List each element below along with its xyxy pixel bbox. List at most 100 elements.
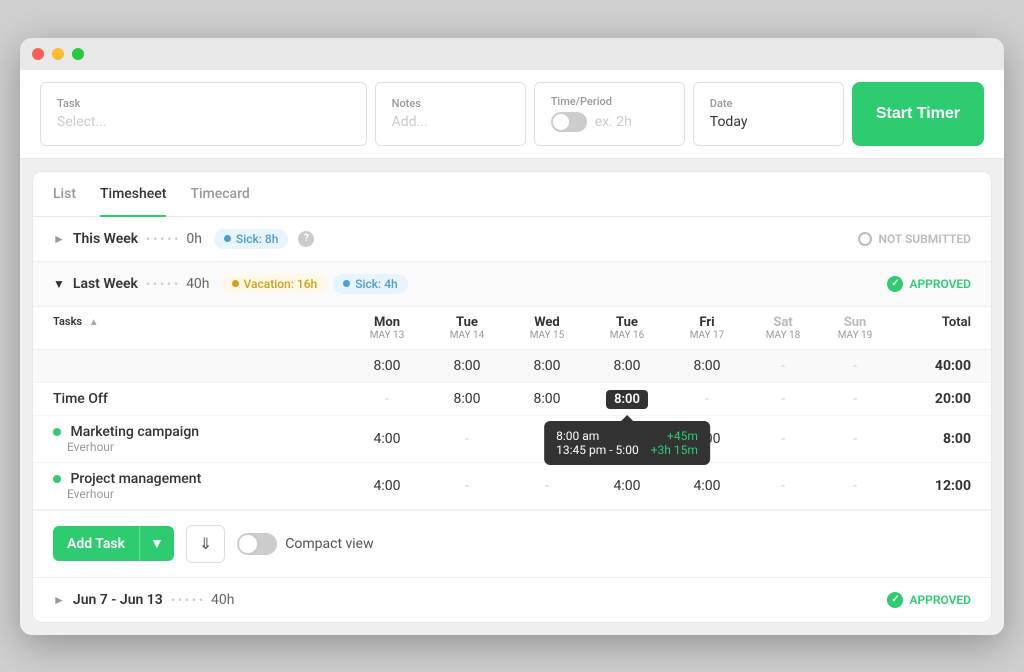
this-week-label: This Week (73, 231, 138, 247)
notes-label: Notes (392, 97, 509, 110)
sick-dot2 (343, 280, 350, 287)
marketing-label: Marketing campaign Everhour (53, 424, 347, 454)
col-fri: Fri MAY 17 (667, 315, 747, 341)
project-wed[interactable]: - (507, 478, 587, 494)
col-wed: Wed MAY 15 (507, 315, 587, 341)
compact-label: Compact view (285, 536, 373, 552)
col-total: Total (891, 315, 971, 341)
last-week-chevron[interactable]: ▼ (53, 277, 65, 291)
notes-field[interactable]: Notes Add... (375, 82, 526, 146)
approved-check-icon: ✓ (887, 276, 903, 292)
last-week-vacation-badge: Vacation: 16h (222, 274, 328, 294)
date-field[interactable]: Date Today (693, 82, 844, 146)
last-week-hours: 40h (186, 276, 209, 292)
col-mon: Mon MAY 13 (347, 315, 427, 341)
project-tue[interactable]: - (427, 478, 507, 494)
project-total: 12:00 (891, 478, 971, 494)
compact-toggle-input[interactable] (237, 533, 277, 555)
maximize-button[interactable] (72, 48, 84, 60)
timeoff-mon: - (347, 391, 427, 407)
jun-label: Jun 7 - Jun 13 (73, 592, 163, 608)
this-week-dots: • • • • • (146, 232, 178, 246)
timeoff-sat: - (747, 391, 819, 407)
marketing-tue[interactable]: - (427, 431, 507, 447)
hours-sat: - (747, 358, 819, 374)
last-week-row: ▼ Last Week • • • • • 40h Vacation: 16h … (33, 262, 991, 307)
marketing-sat[interactable]: - (747, 431, 819, 447)
timeoff-tue[interactable]: 8:00 (427, 391, 507, 407)
timeoff-sun: - (819, 391, 891, 407)
main-window: Task Select... Notes Add... Time/Period … (20, 38, 1004, 635)
timeoff-fri: - (667, 391, 747, 407)
marketing-sun[interactable]: - (819, 431, 891, 447)
hours-mon: 8:00 (347, 358, 427, 374)
hours-sun: - (819, 358, 891, 374)
period-label: Time/Period (551, 95, 668, 108)
col-tasks: Tasks ▲ (53, 315, 347, 341)
period-toggle[interactable] (551, 112, 587, 132)
marketing-total: 8:00 (891, 431, 971, 447)
project-sat[interactable]: - (747, 478, 819, 494)
project-sun[interactable]: - (819, 478, 891, 494)
col-sun: Sun MAY 19 (819, 315, 891, 341)
date-value: Today (710, 114, 827, 130)
jun-chevron[interactable]: ► (53, 593, 65, 607)
hours-tue2: 8:00 (587, 358, 667, 374)
close-button[interactable] (32, 48, 44, 60)
marketing-mon[interactable]: 4:00 (347, 431, 427, 447)
hours-total: 40:00 (891, 358, 971, 374)
task-field[interactable]: Task Select... (40, 82, 367, 146)
project-tue2[interactable]: 4:00 (587, 478, 667, 494)
marketing-row: Marketing campaign Everhour 4:00 - - - 4… (33, 416, 991, 463)
project-mon[interactable]: 4:00 (347, 478, 427, 494)
not-submitted-icon (858, 232, 872, 246)
header-bar: Task Select... Notes Add... Time/Period … (20, 70, 1004, 159)
marketing-sub: Everhour (53, 440, 347, 454)
add-task-arrow-icon[interactable]: ▼ (139, 526, 174, 561)
time-off-row: Time Off - 8:00 8:00 8:00 8:00 am +45m 1… (33, 383, 991, 416)
period-placeholder: ex. 2h (595, 114, 632, 130)
hours-wed: 8:00 (507, 358, 587, 374)
compact-view-toggle[interactable]: Compact view (237, 533, 373, 555)
timeoff-wed[interactable]: 8:00 (507, 391, 587, 407)
project-label: Project management Everhour (53, 471, 347, 501)
period-field[interactable]: Time/Period ex. 2h (534, 82, 685, 146)
this-week-chevron[interactable]: ► (53, 232, 65, 246)
this-week-status: NOT SUBMITTED (858, 232, 971, 246)
last-week-dots: • • • • • (146, 277, 178, 291)
project-fri[interactable]: 4:00 (667, 478, 747, 494)
last-week-label: Last Week (73, 276, 138, 292)
jun-hours: 40h (211, 592, 234, 608)
add-task-button[interactable]: Add Task ▼ (53, 526, 174, 561)
tabs-bar: List Timesheet Timecard (33, 172, 991, 217)
last-week-sick-badge: Sick: 4h (333, 274, 407, 294)
main-content: List Timesheet Timecard ► This Week • • … (32, 171, 992, 623)
this-week-hours: 0h (186, 231, 202, 247)
download-button[interactable]: ⇓ (186, 525, 225, 563)
task-label: Task (57, 97, 350, 110)
start-timer-button[interactable]: Start Timer (852, 82, 984, 146)
project-sub: Everhour (53, 487, 347, 501)
task-placeholder: Select... (57, 114, 350, 130)
last-week-status: ✓ APPROVED (887, 276, 971, 292)
hours-fri: 8:00 (667, 358, 747, 374)
minimize-button[interactable] (52, 48, 64, 60)
jun-status: ✓ APPROVED (887, 592, 971, 608)
project-dot (53, 475, 61, 483)
jun-approved-icon: ✓ (887, 592, 903, 608)
marketing-dot (53, 428, 61, 436)
col-tue2: Tue MAY 16 (587, 315, 667, 341)
tab-timecard[interactable]: Timecard (190, 172, 249, 216)
help-icon[interactable]: ? (298, 231, 314, 247)
tab-timesheet[interactable]: Timesheet (100, 172, 166, 216)
timeoff-tue2[interactable]: 8:00 8:00 am +45m 13:45 pm - 5:00 +3h 15… (587, 391, 667, 407)
this-week-sick-badge: Sick: 8h (214, 229, 288, 249)
time-tooltip: 8:00 am +45m 13:45 pm - 5:00 +3h 15m (544, 421, 710, 465)
add-task-label: Add Task (53, 527, 139, 561)
sort-icon[interactable]: ▲ (89, 317, 99, 328)
tab-list[interactable]: List (53, 172, 76, 216)
titlebar (20, 38, 1004, 70)
hours-tue: 8:00 (427, 358, 507, 374)
date-label: Date (710, 97, 827, 110)
timeoff-total: 20:00 (891, 391, 971, 407)
